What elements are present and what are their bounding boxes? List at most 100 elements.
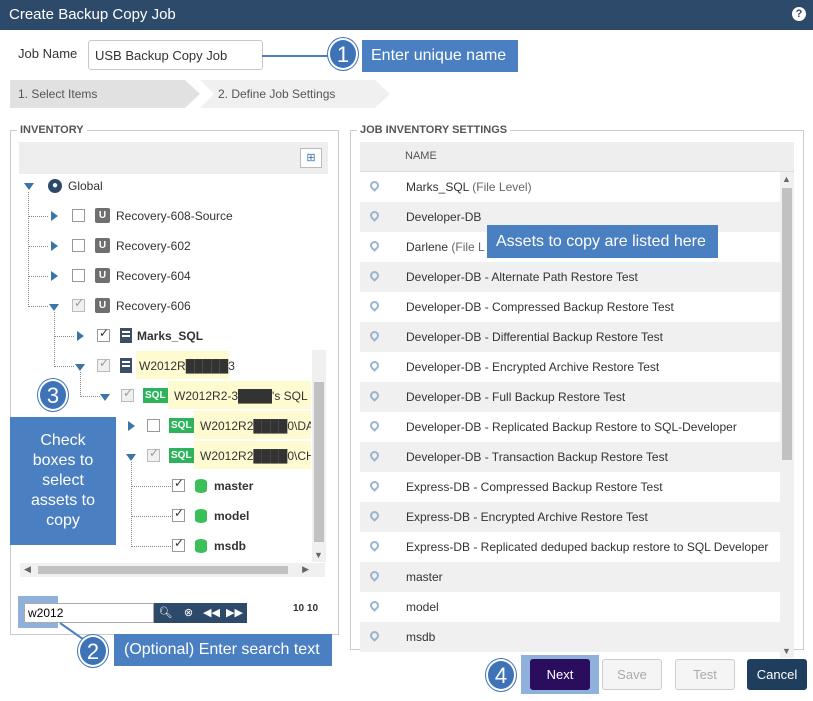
expand-icon[interactable] xyxy=(51,211,58,221)
checkbox[interactable] xyxy=(97,356,110,372)
sql-icon: SQL xyxy=(143,388,168,403)
tree-vertical-scrollbar[interactable]: ▼ xyxy=(312,350,326,562)
checkbox[interactable] xyxy=(172,506,185,522)
collapse-icon[interactable] xyxy=(126,454,136,461)
scroll-left-icon[interactable]: ◀ xyxy=(24,564,31,575)
tree-connector xyxy=(28,216,48,217)
list-item[interactable]: Developer-DB - Alternate Path Restore Te… xyxy=(360,262,780,292)
column-header-name[interactable]: NAME xyxy=(405,150,437,162)
expand-icon[interactable] xyxy=(77,331,84,341)
scroll-down-icon[interactable]: ▼ xyxy=(782,646,791,656)
list-item[interactable]: Marks_SQL (File Level) xyxy=(360,172,780,202)
settings-table-header: NAME xyxy=(360,142,794,172)
expand-icon[interactable] xyxy=(51,241,58,251)
list-item[interactable]: Developer-DB - Differential Backup Resto… xyxy=(360,322,780,352)
checkbox[interactable] xyxy=(121,386,134,402)
tree-horizontal-scrollbar[interactable]: ◀ ▶ xyxy=(20,563,325,577)
checkbox[interactable] xyxy=(147,419,160,432)
scrollbar-thumb[interactable] xyxy=(38,566,288,574)
list-item[interactable]: Express-DB - Encrypted Archive Restore T… xyxy=(360,502,780,532)
checkbox[interactable] xyxy=(72,269,85,282)
collapse-icon[interactable] xyxy=(49,304,59,311)
tree-item-msdb[interactable]: msdb xyxy=(214,536,246,556)
scroll-right-icon[interactable]: ▶ xyxy=(302,564,309,575)
callout-connector xyxy=(262,55,332,57)
save-button[interactable]: Save xyxy=(602,659,662,690)
expand-icon[interactable] xyxy=(128,421,135,431)
tree-item-w2012r-server[interactable]: W2012R█████3 xyxy=(139,356,235,376)
tree-connector xyxy=(131,516,171,517)
tree-item-model[interactable]: model xyxy=(214,506,249,526)
machine-icon: U xyxy=(95,208,110,223)
list-item[interactable]: model xyxy=(360,592,780,622)
location-pin-icon xyxy=(368,209,381,222)
search-icon[interactable]: 🔍︎ xyxy=(154,603,177,623)
tree-item-marks-sql[interactable]: Marks_SQL xyxy=(137,326,203,346)
expand-global-icon[interactable] xyxy=(24,183,34,190)
tree-item-recovery-602[interactable]: Recovery-602 xyxy=(116,236,191,256)
checkbox[interactable] xyxy=(72,209,85,222)
tree-connector xyxy=(131,546,171,547)
tree-item-sql-server[interactable]: W2012R2-3████'s SQL Ser xyxy=(174,386,311,406)
scroll-down-icon[interactable]: ▼ xyxy=(314,550,323,560)
checkbox[interactable] xyxy=(72,239,85,252)
scrollbar-thumb[interactable] xyxy=(782,188,792,460)
checkbox[interactable] xyxy=(147,446,160,462)
collapse-icon[interactable] xyxy=(100,394,110,401)
tree-item-master[interactable]: master xyxy=(214,476,253,496)
expand-icon[interactable] xyxy=(51,271,58,281)
settings-vertical-scrollbar[interactable]: ▲ ▼ xyxy=(780,172,794,658)
location-pin-icon xyxy=(368,269,381,282)
tree-item-sql-cha[interactable]: W2012R2████0\CHA xyxy=(200,446,311,466)
location-pin-icon xyxy=(368,359,381,372)
list-item[interactable]: Express-DB - Replicated deduped backup r… xyxy=(360,532,780,562)
callout-badge-4: 4 xyxy=(486,659,516,691)
collapse-icon[interactable] xyxy=(75,364,85,371)
item-name: Developer-DB - Full Backup Restore Test xyxy=(406,390,626,404)
list-item[interactable]: msdb xyxy=(360,622,780,652)
previous-match-icon[interactable]: ◀◀ xyxy=(200,603,223,623)
item-name: Darlene xyxy=(406,240,449,254)
window-title: Create Backup Copy Job xyxy=(9,6,176,23)
tree-item-sql-dar[interactable]: W2012R2████0\DAR xyxy=(200,416,311,436)
tree-item-recovery-606[interactable]: Recovery-606 xyxy=(116,296,191,316)
list-item[interactable]: Express-DB - Compressed Backup Restore T… xyxy=(360,472,780,502)
location-pin-icon xyxy=(368,299,381,312)
scroll-up-icon[interactable]: ▲ xyxy=(782,174,791,184)
list-item[interactable]: Developer-DB - Transaction Backup Restor… xyxy=(360,442,780,472)
checkbox[interactable] xyxy=(97,326,110,342)
item-name: master xyxy=(406,570,443,584)
item-name: model xyxy=(406,600,439,614)
inventory-legend: INVENTORY xyxy=(17,124,87,136)
step-define-job-settings[interactable]: 2. Define Job Settings xyxy=(200,80,390,108)
tree-connector xyxy=(54,312,55,367)
checkbox[interactable] xyxy=(172,536,185,552)
test-button[interactable]: Test xyxy=(675,659,735,690)
tree-view-icon[interactable]: ⊞ xyxy=(300,148,322,168)
tree-connector xyxy=(80,372,81,397)
list-item[interactable]: master xyxy=(360,562,780,592)
cancel-button[interactable]: Cancel xyxy=(747,659,807,690)
list-item[interactable]: Developer-DB - Compressed Backup Restore… xyxy=(360,292,780,322)
tree-item-global[interactable]: Global xyxy=(68,176,103,196)
search-input[interactable] xyxy=(24,603,154,623)
checkbox[interactable] xyxy=(172,476,185,492)
next-match-icon[interactable]: ▶▶ xyxy=(223,603,246,623)
location-pin-icon xyxy=(368,239,381,252)
database-icon xyxy=(195,539,207,553)
sql-icon: SQL xyxy=(169,418,194,433)
machine-icon: U xyxy=(95,238,110,253)
list-item[interactable]: Developer-DB - Encrypted Archive Restore… xyxy=(360,352,780,382)
checkbox[interactable] xyxy=(72,296,85,312)
list-item[interactable]: Developer-DB - Replicated Backup Restore… xyxy=(360,412,780,442)
scrollbar-thumb[interactable] xyxy=(314,382,324,542)
item-name: Developer-DB - Differential Backup Resto… xyxy=(406,330,664,344)
clear-search-icon[interactable]: ⊗ xyxy=(177,603,200,623)
help-icon[interactable]: ? xyxy=(792,7,806,21)
tree-item-recovery-608-source[interactable]: Recovery-608-Source xyxy=(116,206,233,226)
job-name-input[interactable] xyxy=(88,40,263,70)
next-button[interactable]: Next xyxy=(530,659,590,690)
tree-item-recovery-604[interactable]: Recovery-604 xyxy=(116,266,191,286)
step-select-items[interactable]: 1. Select Items xyxy=(10,80,200,108)
list-item[interactable]: Developer-DB - Full Backup Restore Test xyxy=(360,382,780,412)
